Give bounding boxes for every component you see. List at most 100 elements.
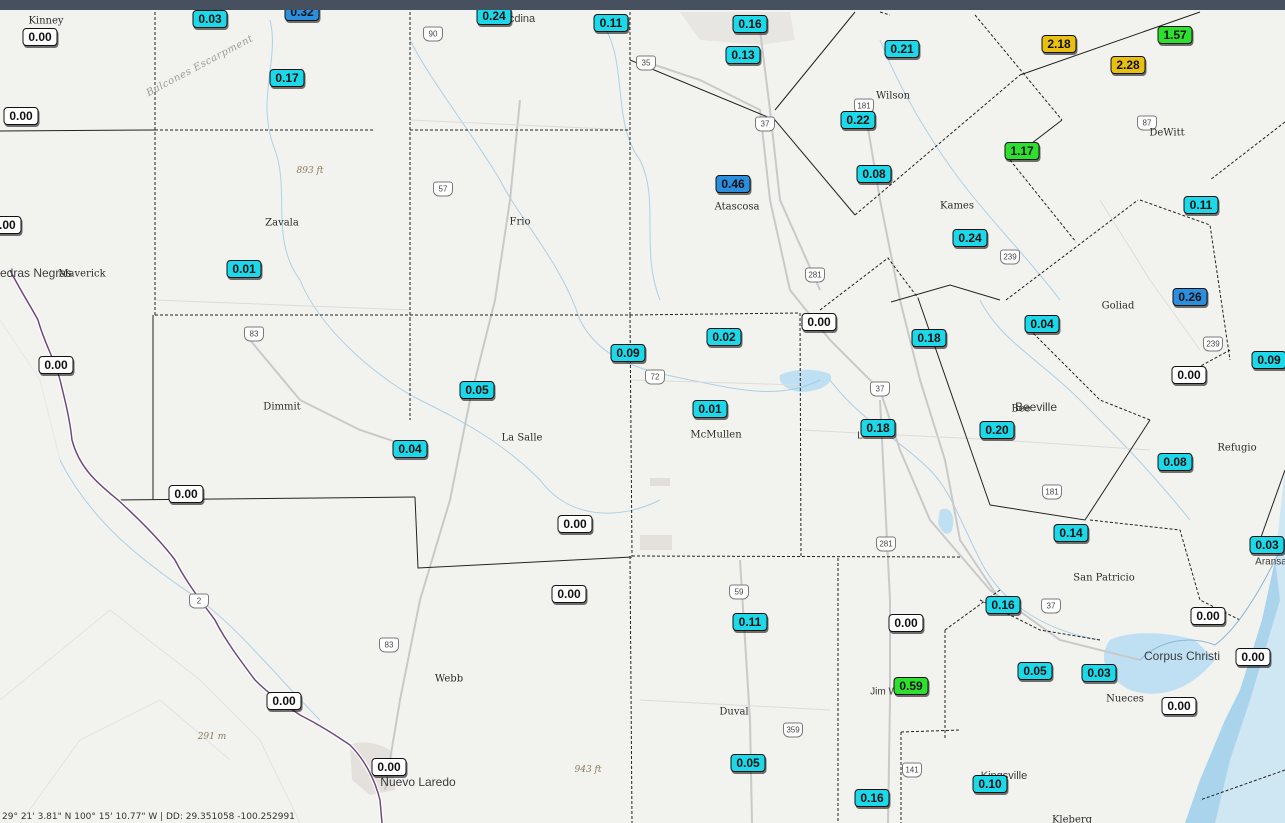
- city-label-corpus-christi: Corpus Christi: [1143, 649, 1221, 663]
- rain-gauge-marker[interactable]: 0.10: [972, 775, 1008, 793]
- county-label-nueces: Nueces: [1106, 693, 1144, 705]
- rain-gauge-marker[interactable]: 0.00: [1171, 366, 1207, 384]
- rain-gauge-marker[interactable]: 0.00: [168, 485, 204, 503]
- highway-shield: 72: [645, 369, 665, 385]
- county-label-refugio: Refugio: [1217, 442, 1257, 454]
- rain-gauge-marker[interactable]: 0.08: [1157, 453, 1193, 471]
- rain-gauge-marker[interactable]: 0.16: [985, 596, 1021, 614]
- rain-gauge-marker[interactable]: 0.24: [952, 229, 988, 247]
- rain-gauge-marker[interactable]: 0.22: [840, 111, 876, 129]
- county-label-mcmullen: McMullen: [690, 429, 742, 441]
- rain-gauge-marker[interactable]: 0.00: [888, 614, 924, 632]
- highway-shield: 37: [1041, 598, 1061, 614]
- coordinate-readout: 29° 21' 3.81" N 100° 15' 10.77" W | DD: …: [2, 812, 295, 822]
- highway-shield: 2: [189, 593, 209, 609]
- rain-gauge-marker[interactable]: 0.20: [979, 421, 1015, 439]
- county-label-wilson: Wilson: [875, 90, 911, 102]
- rain-gauge-marker[interactable]: 0.00: [1161, 697, 1197, 715]
- county-label-kinney: Kinney: [28, 15, 64, 27]
- basemap: [0, 11, 1285, 823]
- elevation-label: 893 ft: [296, 166, 324, 176]
- rain-gauge-marker[interactable]: 2.28: [1110, 56, 1146, 74]
- rain-gauge-marker[interactable]: 0.00: [22, 28, 58, 46]
- map-canvas[interactable]: Kinney Maverick Zavala Frio Atascosa Wil…: [0, 0, 1285, 823]
- highway-shield: 37: [755, 116, 775, 132]
- highway-shield: 239: [1000, 249, 1020, 265]
- highway-shield: 59: [729, 584, 749, 600]
- county-label-webb: Webb: [434, 673, 464, 685]
- rain-gauge-marker[interactable]: 0.00: [801, 313, 837, 331]
- county-label-goliad: Goliad: [1101, 300, 1135, 312]
- city-label-piedras-negras: edras Negras: [0, 266, 73, 280]
- highway-shield: 141: [902, 762, 922, 778]
- rain-gauge-marker[interactable]: 0.04: [1024, 315, 1060, 333]
- rain-gauge-marker[interactable]: 0.04: [392, 440, 428, 458]
- rain-gauge-marker[interactable]: 0.11: [732, 613, 768, 631]
- rain-gauge-marker[interactable]: 1.57: [1157, 26, 1193, 44]
- city-label-aransas: Aransa: [1255, 556, 1285, 568]
- rain-gauge-marker[interactable]: 0.11: [593, 14, 629, 32]
- county-label-zavala: Zavala: [265, 217, 299, 229]
- rain-gauge-marker[interactable]: 0.01: [692, 400, 728, 418]
- city-label-nuevo-laredo: Nuevo Laredo: [380, 775, 456, 789]
- highway-shield: 281: [876, 536, 896, 552]
- highway-shield: 35: [636, 55, 656, 71]
- rain-gauge-marker[interactable]: 0.59: [893, 677, 929, 695]
- county-label-dimmit: Dimmit: [263, 401, 301, 413]
- rain-gauge-marker[interactable]: 0.13: [725, 46, 761, 64]
- highway-shield: 359: [783, 722, 803, 738]
- rain-gauge-marker[interactable]: 0.00: [371, 758, 407, 776]
- city-label-medina: cdina: [508, 13, 536, 25]
- elevation-label: 291 m: [197, 732, 227, 742]
- rain-gauge-marker[interactable]: 0.00: [551, 585, 587, 603]
- rain-gauge-marker[interactable]: 2.18: [1041, 35, 1077, 53]
- highway-shield: 181: [1042, 484, 1062, 500]
- rain-gauge-marker[interactable]: 0.18: [860, 419, 896, 437]
- county-label-kames: Kames: [940, 200, 974, 212]
- rain-gauge-marker[interactable]: 0.02: [706, 328, 742, 346]
- rain-gauge-marker[interactable]: 0.26: [1172, 288, 1208, 306]
- county-label-dewitt: DeWitt: [1149, 127, 1185, 139]
- rain-gauge-marker[interactable]: 0.00: [0, 216, 22, 234]
- top-toolbar: [0, 0, 1285, 10]
- rain-gauge-marker[interactable]: 0.14: [1053, 524, 1089, 542]
- rain-gauge-marker[interactable]: 0.00: [1190, 607, 1226, 625]
- county-label-kleberg: Kleberg: [1051, 814, 1093, 823]
- rain-gauge-marker[interactable]: 0.05: [1017, 662, 1053, 680]
- rain-gauge-marker[interactable]: 0.01: [226, 260, 262, 278]
- rain-gauge-marker[interactable]: 0.11: [1183, 196, 1219, 214]
- highway-shield: 90: [423, 26, 443, 42]
- highway-shield: 239: [1203, 336, 1223, 352]
- rain-gauge-marker[interactable]: 0.00: [266, 692, 302, 710]
- rain-gauge-marker[interactable]: 0.00: [557, 515, 593, 533]
- rain-gauge-marker[interactable]: 0.46: [715, 175, 751, 193]
- rain-gauge-marker[interactable]: 0.00: [1235, 648, 1271, 666]
- rain-gauge-marker[interactable]: 0.08: [856, 165, 892, 183]
- county-label-duval: Duval: [719, 706, 749, 718]
- county-label-frio: Frio: [509, 216, 531, 228]
- rain-gauge-marker[interactable]: 1.17: [1004, 142, 1040, 160]
- rain-gauge-marker[interactable]: 0.03: [1081, 664, 1117, 682]
- rain-gauge-marker[interactable]: 0.05: [459, 381, 495, 399]
- rain-gauge-marker[interactable]: 0.17: [269, 69, 305, 87]
- county-label-atascosa: Atascosa: [714, 201, 760, 213]
- city-label-beeville: Beeville: [1014, 400, 1058, 414]
- rain-gauge-marker[interactable]: 0.05: [730, 754, 766, 772]
- rain-gauge-marker[interactable]: 0.16: [732, 15, 768, 33]
- rain-gauge-marker[interactable]: 0.18: [911, 329, 947, 347]
- rain-gauge-marker[interactable]: 0.16: [854, 789, 890, 807]
- highway-shield: 281: [805, 267, 825, 283]
- rain-gauge-marker[interactable]: 0.03: [1249, 536, 1285, 554]
- highway-shield: 83: [244, 326, 264, 342]
- rain-gauge-marker[interactable]: 0.09: [610, 344, 646, 362]
- rain-gauge-marker[interactable]: 0.00: [3, 107, 39, 125]
- elevation-label: 943 ft: [574, 765, 602, 775]
- highway-shield: 83: [379, 637, 399, 653]
- rain-gauge-marker[interactable]: 0.03: [192, 10, 228, 28]
- rain-gauge-marker[interactable]: 0.09: [1251, 351, 1285, 369]
- county-label-san-patricio: San Patricio: [1073, 572, 1135, 584]
- highway-shield: 57: [433, 181, 453, 197]
- county-label-la-salle: La Salle: [501, 432, 543, 444]
- rain-gauge-marker[interactable]: 0.00: [38, 356, 74, 374]
- rain-gauge-marker[interactable]: 0.21: [884, 40, 920, 58]
